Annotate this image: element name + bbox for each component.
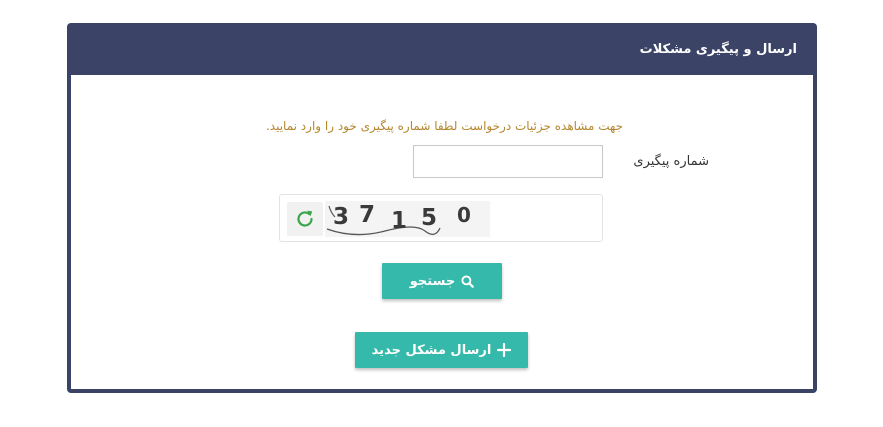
panel-title: ارسال و پیگیری مشکلات	[639, 41, 797, 57]
instruction-text: جهت مشاهده جزئیات درخواست لطفا شماره پیگ…	[265, 119, 623, 133]
plus-icon	[497, 343, 512, 357]
search-button-label: جستجو	[409, 273, 456, 289]
search-icon	[461, 274, 475, 288]
panel-body: جهت مشاهده جزئیات درخواست لطفا شماره پیگ…	[71, 75, 813, 389]
tracking-number-label: شماره پیگیری	[633, 154, 709, 169]
new-issue-button-label: ارسال مشکل جدید	[371, 342, 492, 358]
captcha-digit: 3	[333, 204, 350, 230]
search-button[interactable]: جستجو	[382, 263, 502, 299]
issues-panel: ارسال و پیگیری مشکلات جهت مشاهده جزئیات …	[67, 23, 817, 393]
captcha-container: 3 7 1 5 0	[279, 194, 603, 242]
captcha-digit: 1	[391, 208, 408, 234]
captcha-image: 3 7 1 5 0	[325, 201, 490, 237]
new-issue-button[interactable]: ارسال مشکل جدید	[355, 332, 528, 368]
captcha-refresh-button[interactable]	[287, 202, 323, 236]
refresh-icon	[293, 207, 317, 231]
captcha-digit: 5	[421, 205, 438, 231]
captcha-digit: 7	[359, 202, 376, 228]
panel-header: ارسال و پیگیری مشکلات	[71, 23, 813, 75]
captcha-digit: 0	[457, 203, 471, 227]
tracking-number-input[interactable]	[413, 145, 603, 178]
